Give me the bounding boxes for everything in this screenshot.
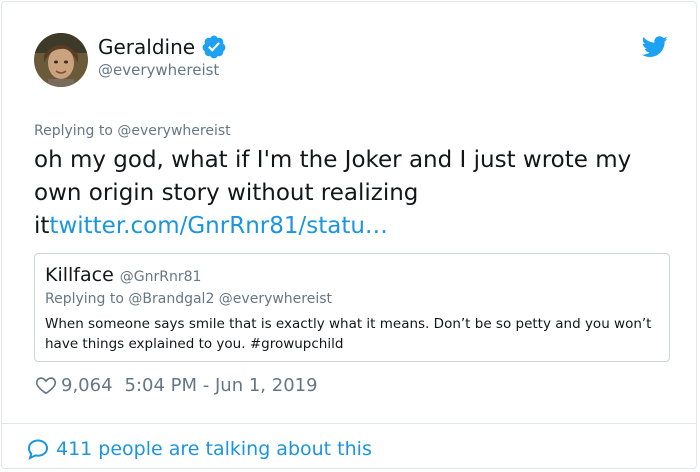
divider xyxy=(2,423,696,424)
like-count[interactable]: 9,064 xyxy=(61,375,113,396)
talking-about-link[interactable]: 411 people are talking about this xyxy=(26,437,372,461)
tweet-meta: 9,064 5:04 PM - Jun 1, 2019 xyxy=(35,374,318,396)
heart-icon[interactable] xyxy=(35,374,57,396)
quoted-replying-to: Replying to @Brandgal2 @everywhereist xyxy=(45,291,332,307)
author-handle[interactable]: @everywhereist xyxy=(98,60,219,80)
replying-handle-link[interactable]: @everywhereist xyxy=(117,123,230,139)
avatar[interactable] xyxy=(34,33,88,87)
verified-badge-icon xyxy=(201,34,227,60)
quoted-tweet-text: When someone says smile that is exactly … xyxy=(45,316,652,352)
quoted-replying-prefix: Replying to xyxy=(45,291,124,307)
quoted-author-name: Killface xyxy=(45,264,114,286)
tweet-card: Geraldine @everywhereist Replying to @ev… xyxy=(1,1,697,469)
speech-bubble-icon xyxy=(26,437,50,461)
twitter-bird-icon[interactable] xyxy=(641,36,670,60)
quoted-author-handle: @GnrRnr81 xyxy=(119,269,202,285)
quoted-replying-handles: @Brandgal2 @everywhereist xyxy=(128,291,333,307)
talking-label[interactable]: 411 people are talking about this xyxy=(56,438,372,460)
replying-prefix: Replying to xyxy=(34,123,113,139)
timestamp[interactable]: 5:04 PM - Jun 1, 2019 xyxy=(125,375,318,396)
quoted-tweet[interactable]: Killface @GnrRnr81 Replying to @Brandgal… xyxy=(34,253,670,362)
author-name[interactable]: Geraldine xyxy=(98,35,195,59)
tweet-text: oh my god, what if I'm the Joker and I j… xyxy=(34,144,674,243)
replying-to: Replying to @everywhereist xyxy=(34,122,231,140)
tweet-link[interactable]: twitter.com/GnrRnr81/statu… xyxy=(49,213,388,239)
